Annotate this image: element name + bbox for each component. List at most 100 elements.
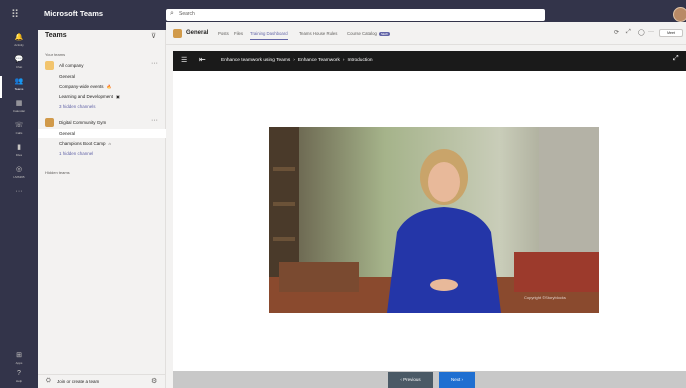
crumb-course[interactable]: Enhance teamwork using Teams <box>221 58 290 63</box>
rail-calendar[interactable]: ▦ Calendar <box>0 98 38 120</box>
rail-more[interactable]: ··· <box>0 186 38 208</box>
filter-icon[interactable]: ⊽ <box>151 32 156 40</box>
rail-chat[interactable]: 💬 Chat <box>0 54 38 76</box>
add-team-icon: ⛭ <box>46 378 51 384</box>
app-launcher-icon[interactable]: ⠿ <box>8 8 22 22</box>
search-placeholder: Search <box>179 11 195 17</box>
hidden-channels-link[interactable]: 3 hidden channels <box>38 102 166 111</box>
tab-posts[interactable]: Posts <box>218 31 229 36</box>
channel-name: Company-wide events 🔥 <box>59 84 112 89</box>
channel-label: Learning and Development <box>59 94 114 99</box>
channel-header: General Posts Files Training Dashboard T… <box>166 22 686 45</box>
rail-help[interactable]: ? Help <box>0 368 38 388</box>
chevron-right-icon: › <box>342 58 345 63</box>
rail-label: Teams <box>14 87 24 91</box>
channel-item[interactable]: General <box>38 72 166 81</box>
app-rail: 🔔 Activity 💬 Chat 👥 Teams ▦ Calendar ☏ Calls … <box>0 30 38 388</box>
new-badge: NEW <box>378 31 390 36</box>
chevron-right-icon: › <box>293 58 295 63</box>
team-digital-community-gym[interactable]: Digital Community Gym ··· <box>38 116 166 129</box>
popout-icon[interactable]: ⤢ <box>626 29 631 36</box>
tab-course-catalog[interactable]: Course Catalog NEW <box>347 31 390 36</box>
badge-icon: ▣ <box>116 94 120 99</box>
breadcrumb: Enhance teamwork using Teams › Enhance Tea… <box>221 58 373 63</box>
team-avatar <box>45 118 54 127</box>
more-options-icon[interactable]: ··· <box>151 60 158 67</box>
next-button[interactable]: Next › <box>439 372 475 388</box>
app-title: Microsoft Teams <box>44 9 104 18</box>
menu-icon[interactable]: ☰ <box>181 56 187 64</box>
rail-label: Help <box>15 379 23 383</box>
join-create-team[interactable]: ⛭ Join or create a team ⚙ <box>38 374 166 388</box>
team-all-company[interactable]: All company ··· <box>38 59 166 72</box>
rail-calls[interactable]: ☏ Calls <box>0 120 38 142</box>
tab-files[interactable]: Files <box>234 31 243 36</box>
calendar-icon: ▦ <box>15 100 23 107</box>
lesson-navigation: ‹ Previous Next › <box>173 371 686 388</box>
lesson-content: Copyright ©Storyblocks <box>173 71 686 371</box>
teams-panel: Teams ⊽ Your teams All company ··· Gener… <box>38 30 166 388</box>
team-name: Digital Community Gym <box>59 120 107 125</box>
exit-icon[interactable]: ⇤ <box>199 55 206 64</box>
rail-label: Activity <box>14 43 24 47</box>
team-name: All company <box>59 63 84 68</box>
crumb-module[interactable]: Enhance Teamwork <box>298 58 340 63</box>
channel-item-selected[interactable]: General <box>38 129 166 138</box>
meet-button[interactable]: Meet <box>659 29 683 37</box>
user-avatar[interactable] <box>673 7 686 22</box>
hidden-channels-text: 1 hidden channel <box>59 151 94 156</box>
search-input[interactable]: ⌕ Search <box>166 9 545 21</box>
home-icon: ⌂ <box>108 141 111 146</box>
team-avatar <box>45 61 54 70</box>
channel-name: General <box>59 131 76 136</box>
tab-label: Course Catalog <box>347 31 377 36</box>
channel-item[interactable]: Company-wide events 🔥 <box>38 82 166 91</box>
rail-label: Apps <box>15 361 23 365</box>
more-apps-icon: ··· <box>15 188 23 195</box>
tab-training-dashboard[interactable]: Training Dashboard <box>250 31 288 40</box>
your-teams-heading: Your teams <box>45 52 66 57</box>
fullscreen-icon[interactable]: ⤢ <box>673 55 679 63</box>
hidden-channels-text: 3 hidden channels <box>59 104 96 109</box>
channel-item[interactable]: Champions Boot Camp ⌂ <box>38 139 166 148</box>
video-player[interactable]: Copyright ©Storyblocks <box>269 127 599 313</box>
rail-label: Files <box>15 153 23 157</box>
fire-icon: 🔥 <box>106 84 112 89</box>
previous-button[interactable]: ‹ Previous <box>388 372 433 388</box>
teams-icon: 👥 <box>14 78 24 85</box>
apps-icon: ⊞ <box>16 352 22 359</box>
crumb-lesson: Introduction <box>347 58 373 63</box>
rail-label: Calls <box>15 131 23 135</box>
channel-item[interactable]: Learning and Development ▣ <box>38 92 166 101</box>
channel-name: General <box>59 74 76 79</box>
hidden-teams-heading[interactable]: Hidden teams <box>45 170 70 175</box>
rail-files[interactable]: ▮ Files <box>0 142 38 164</box>
activity-icon: 🔔 <box>14 34 24 41</box>
channel-name: Champions Boot Camp ⌂ <box>59 141 111 146</box>
rail-label: Calendar <box>12 109 26 113</box>
video-watermark: Copyright ©Storyblocks <box>524 295 566 300</box>
presenter-image <box>269 127 599 313</box>
rail-label: Chat <box>15 65 23 69</box>
files-icon: ▮ <box>17 144 21 151</box>
tab-teams-house-rules[interactable]: Teams House Rules <box>299 31 337 36</box>
rail-activity[interactable]: 🔔 Activity <box>0 32 38 54</box>
more-options-icon[interactable]: ··· <box>151 117 158 124</box>
join-create-team-label: Join or create a team <box>57 379 100 384</box>
channel-name: Learning and Development ▣ <box>59 94 120 99</box>
calls-icon: ☏ <box>14 122 24 129</box>
panel-title: Teams <box>45 32 67 39</box>
hidden-channels-link[interactable]: 1 hidden channel <box>38 149 166 158</box>
reload-icon[interactable]: ⟳ <box>614 29 619 36</box>
lms-icon: ◎ <box>15 166 23 173</box>
settings-icon[interactable]: ⚙ <box>151 377 157 385</box>
more-icon[interactable]: ··· <box>648 29 654 35</box>
camera-icon[interactable]: ◯ <box>638 29 645 36</box>
help-icon: ? <box>17 370 21 377</box>
channel-label: Champions Boot Camp <box>59 141 106 146</box>
rail-lms[interactable]: ◎ LMS365 <box>0 164 38 186</box>
channel-title: General <box>186 30 209 36</box>
rail-label: LMS365 <box>13 175 25 179</box>
channel-avatar <box>173 29 182 38</box>
rail-teams[interactable]: 👥 Teams <box>0 76 38 98</box>
